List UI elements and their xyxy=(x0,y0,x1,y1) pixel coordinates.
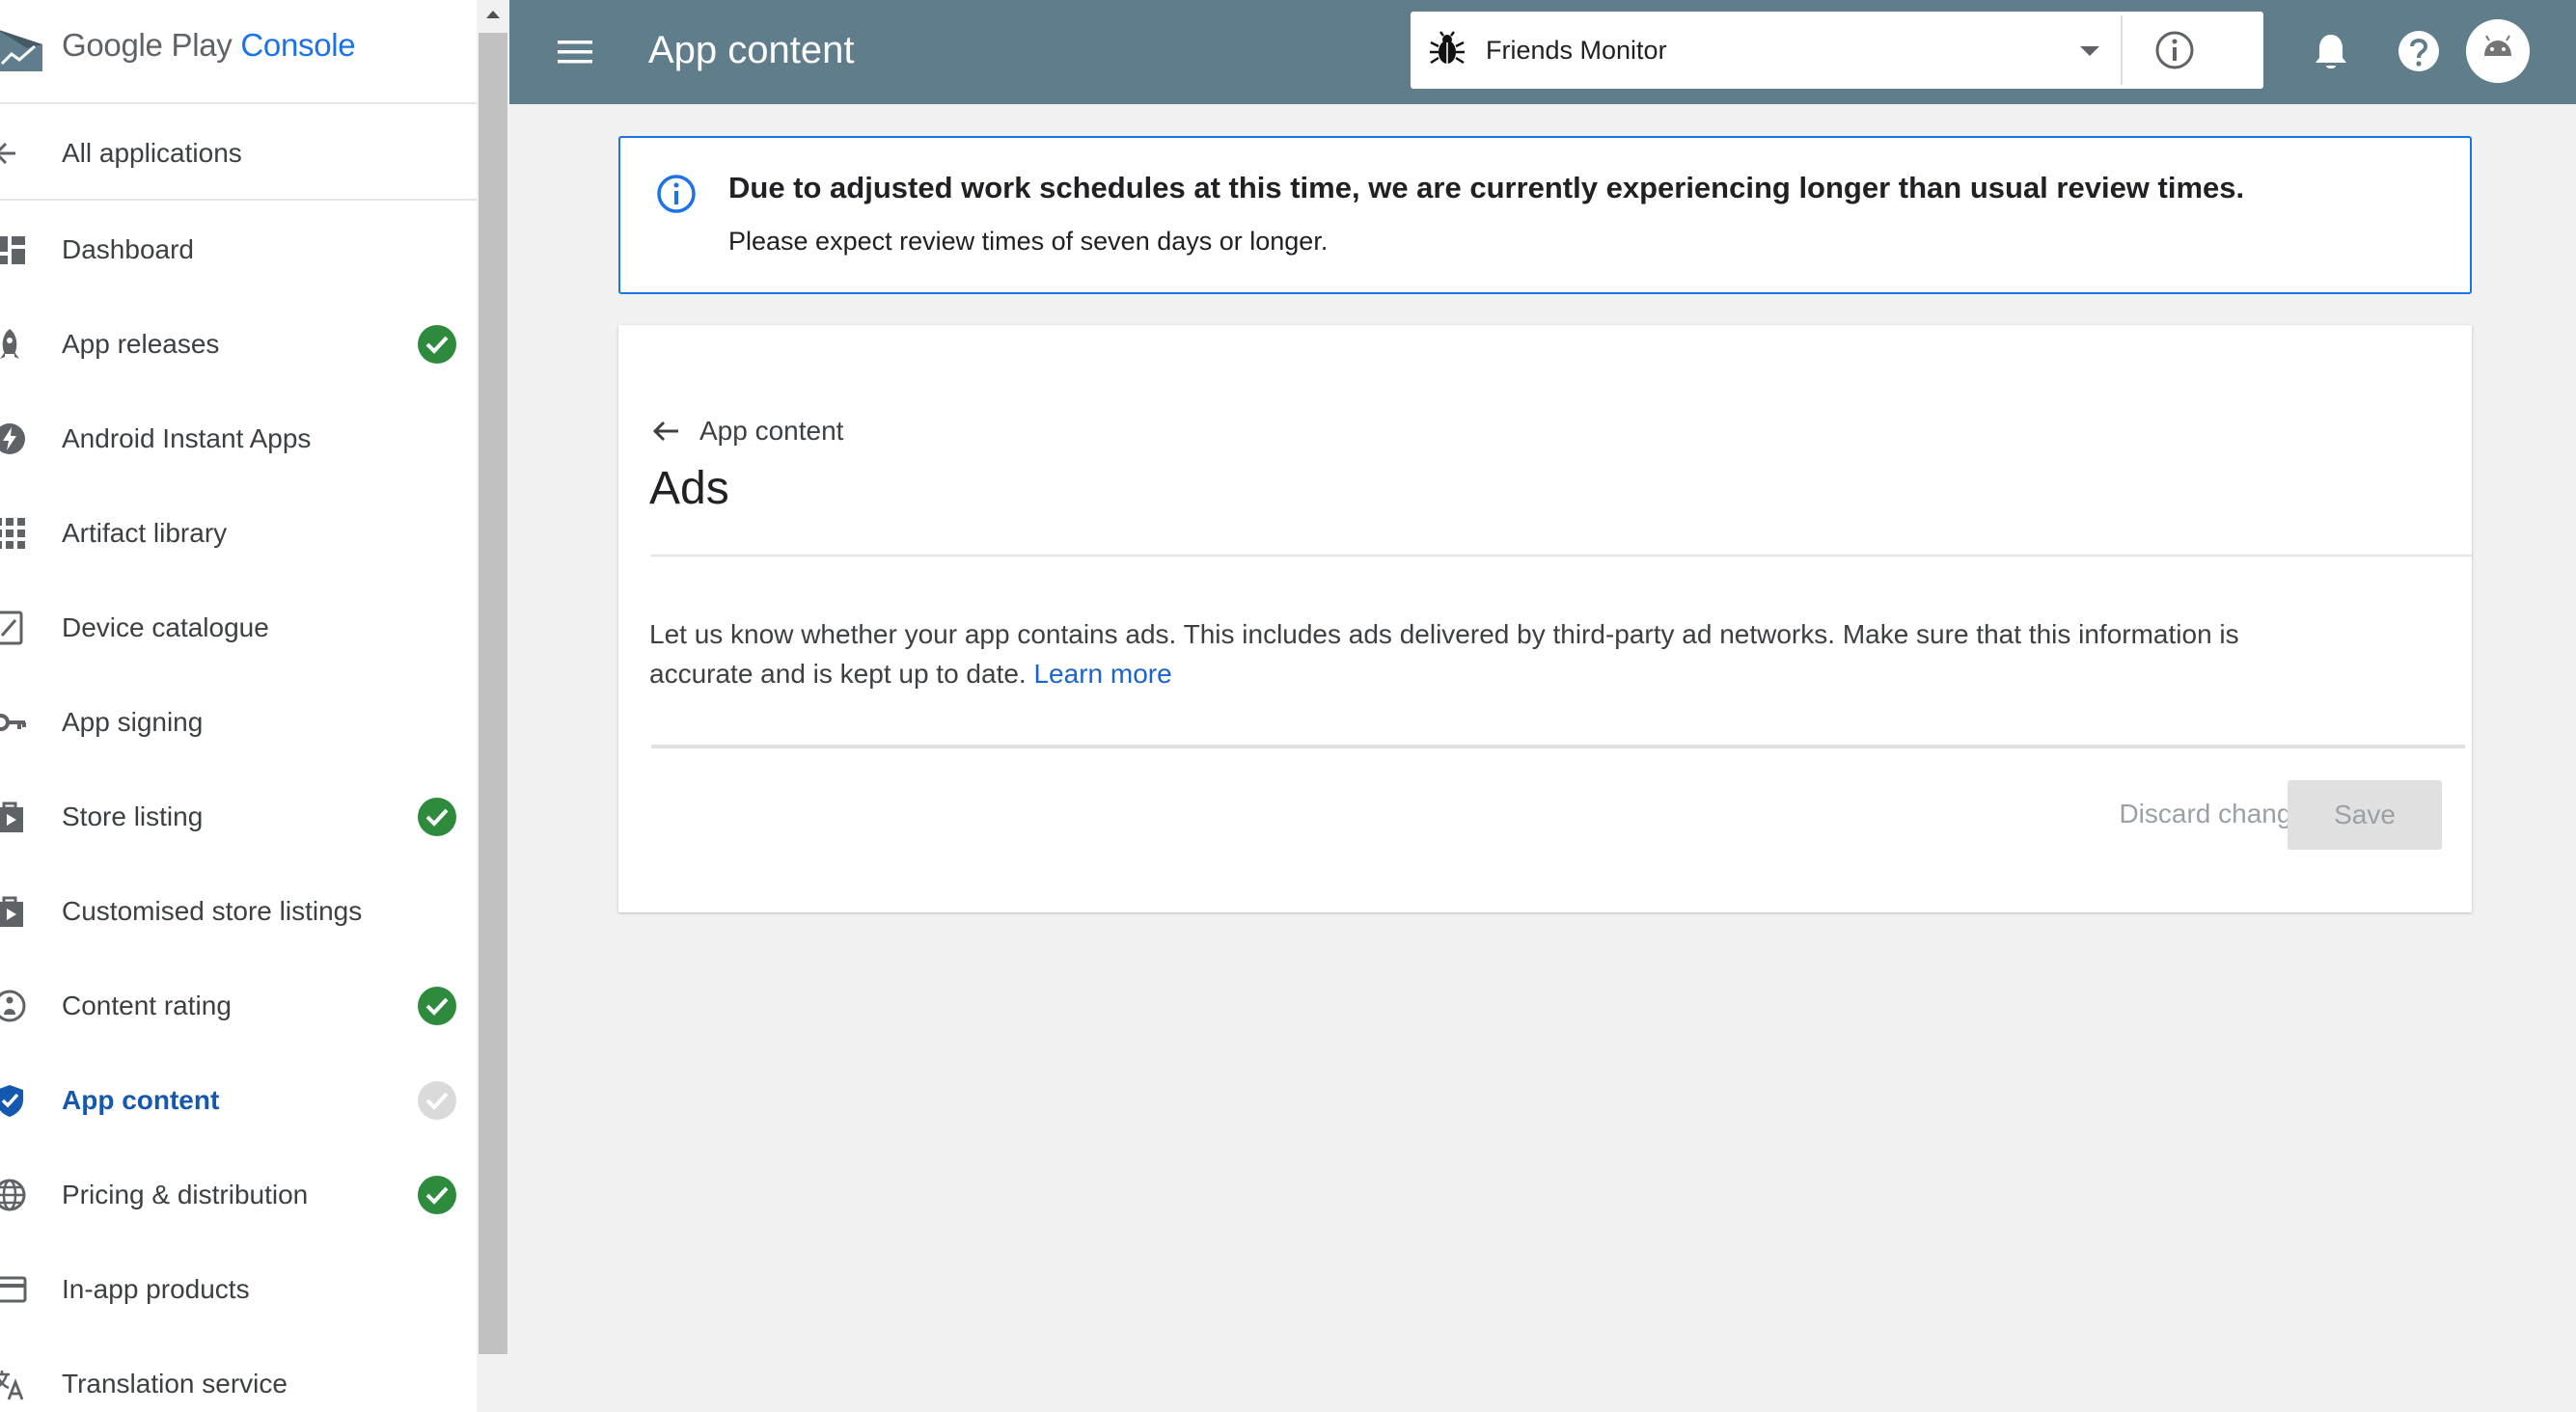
sidebar-scrollbar-thumb[interactable] xyxy=(479,33,507,1354)
check-circle-complete-icon xyxy=(418,1176,456,1214)
check-circle-complete-icon xyxy=(418,987,456,1025)
bug-icon xyxy=(1430,31,1465,65)
ads-card: App content Ads Let us know whether your… xyxy=(618,325,2472,912)
back-link-label: App content xyxy=(699,416,844,446)
check-circle-complete-icon xyxy=(418,325,456,364)
sidebar-item-store-listing[interactable]: Store listing xyxy=(0,770,477,864)
scroll-up-arrow-icon[interactable] xyxy=(481,2,505,29)
check-circle-complete-icon xyxy=(418,798,456,836)
sidebar-item-label: Pricing & distribution xyxy=(62,1180,309,1209)
sidebar-item-label: Translation service xyxy=(62,1369,288,1398)
sidebar-item-in-app-products[interactable]: In-app products xyxy=(0,1242,477,1337)
notifications-bell-icon[interactable] xyxy=(2312,31,2350,73)
selected-app-name: Friends Monitor xyxy=(1486,36,1667,65)
footer-divider xyxy=(651,745,2465,748)
selector-divider xyxy=(2121,15,2123,85)
sidebar: Google Play Console All applications Das… xyxy=(0,0,477,1412)
translate-icon xyxy=(0,1371,24,1400)
sidebar-item-label: App releases xyxy=(62,329,220,359)
sidebar-item-dashboard[interactable]: Dashboard xyxy=(0,203,477,297)
save-button[interactable]: Save xyxy=(2288,780,2442,850)
brand-header: Google Play Console xyxy=(0,0,477,104)
account-avatar[interactable] xyxy=(2466,19,2530,83)
chevron-down-icon[interactable] xyxy=(2078,44,2101,58)
all-applications-link[interactable]: All applications xyxy=(0,106,477,201)
sidebar-item-artifact-library[interactable]: Artifact library xyxy=(0,486,477,581)
play-console-logo-icon xyxy=(0,30,42,71)
store-play-icon xyxy=(0,801,23,832)
section-title: Ads xyxy=(649,463,729,514)
top-app-bar: App content Friends Monitor xyxy=(509,0,2576,104)
dashboard-icon xyxy=(0,236,25,264)
sidebar-item-label: Artifact library xyxy=(62,518,228,548)
app-selector[interactable]: Friends Monitor xyxy=(1411,12,2263,89)
sidebar-item-device-catalogue[interactable]: Device catalogue xyxy=(0,581,477,675)
sidebar-item-customised-store-listings[interactable]: Customised store listings xyxy=(0,864,477,959)
sidebar-item-label: Android Instant Apps xyxy=(62,423,312,453)
title-divider xyxy=(651,555,2472,557)
arrow-left-icon xyxy=(652,421,678,442)
info-icon xyxy=(657,175,696,213)
check-circle-incomplete-icon xyxy=(418,1081,456,1120)
sidebar-item-label: Device catalogue xyxy=(62,612,269,642)
device-icon xyxy=(0,611,23,645)
discard-changes-button[interactable]: Discard changes xyxy=(2037,778,2320,850)
globe-icon xyxy=(0,1179,26,1211)
page-title: App content xyxy=(648,29,855,71)
sidebar-item-label: Store listing xyxy=(62,801,204,831)
sidebar-item-label: In-app products xyxy=(62,1274,250,1304)
brand-title[interactable]: Google Play Console xyxy=(62,27,356,64)
ads-description: Let us know whether your app contains ad… xyxy=(649,614,2347,693)
sidebar-item-label: Dashboard xyxy=(62,234,194,264)
all-applications-label: All applications xyxy=(62,138,242,168)
store-play-icon xyxy=(0,896,23,927)
shield-check-icon xyxy=(0,1085,23,1117)
credit-card-icon xyxy=(0,1276,27,1303)
bolt-icon xyxy=(0,423,25,454)
help-icon[interactable] xyxy=(2397,29,2441,73)
review-times-notice: Due to adjusted work schedules at this t… xyxy=(618,136,2472,294)
sidebar-item-content-rating[interactable]: Content rating xyxy=(0,959,477,1053)
sidebar-item-label: Customised store listings xyxy=(62,896,363,926)
sidebar-item-app-signing[interactable]: App signing xyxy=(0,675,477,770)
sidebar-item-android-instant-apps[interactable]: Android Instant Apps xyxy=(0,392,477,486)
notice-headline: Due to adjusted work schedules at this t… xyxy=(728,171,2245,204)
app-info-icon[interactable] xyxy=(2153,29,2196,71)
sidebar-item-label: App signing xyxy=(62,707,204,737)
description-text: Let us know whether your app contains ad… xyxy=(649,619,2239,689)
key-icon xyxy=(0,714,26,731)
sidebar-item-label: App content xyxy=(62,1085,220,1115)
sidebar-item-app-content[interactable]: App content xyxy=(0,1053,477,1148)
sidebar-item-label: Content rating xyxy=(62,991,232,1020)
arrow-left-icon xyxy=(0,142,15,165)
sidebar-item-translation-service[interactable]: Translation service xyxy=(0,1337,477,1412)
grid-icon xyxy=(0,518,25,549)
learn-more-link[interactable]: Learn more xyxy=(1033,659,1171,689)
sidebar-item-app-releases[interactable]: App releases xyxy=(0,297,477,392)
rocket-icon xyxy=(0,329,19,359)
brand-google-play: Google Play xyxy=(62,27,233,63)
hamburger-menu-icon[interactable] xyxy=(554,31,596,73)
sidebar-item-pricing-and-distribution[interactable]: Pricing & distribution xyxy=(0,1148,477,1242)
android-icon xyxy=(2484,35,2511,56)
sidebar-scrollbar[interactable] xyxy=(477,0,509,1412)
brand-console: Console xyxy=(240,27,356,63)
content-rating-icon xyxy=(0,990,26,1022)
notice-subline: Please expect review times of seven days… xyxy=(728,227,1329,256)
